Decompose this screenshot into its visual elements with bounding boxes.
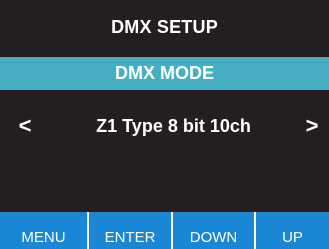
softkey-bar: MENU ENTER DOWN UP [0,212,329,249]
page-title: DMX SETUP [111,16,218,37]
previous-option-arrow[interactable]: < [14,108,36,144]
up-button[interactable]: UP [256,212,329,249]
dmx-setup-screen: DMX SETUP DMX MODE < Z1 Type 8 bit 10ch … [0,0,329,249]
next-option-arrow[interactable]: > [301,108,323,144]
selected-mode-value: Z1 Type 8 bit 10ch [96,115,251,136]
dmx-mode-header: DMX MODE [0,57,329,90]
menu-button[interactable]: MENU [0,212,87,249]
down-button[interactable]: DOWN [173,212,254,249]
mode-selector: < Z1 Type 8 bit 10ch > [0,108,329,144]
enter-button[interactable]: ENTER [89,212,171,249]
